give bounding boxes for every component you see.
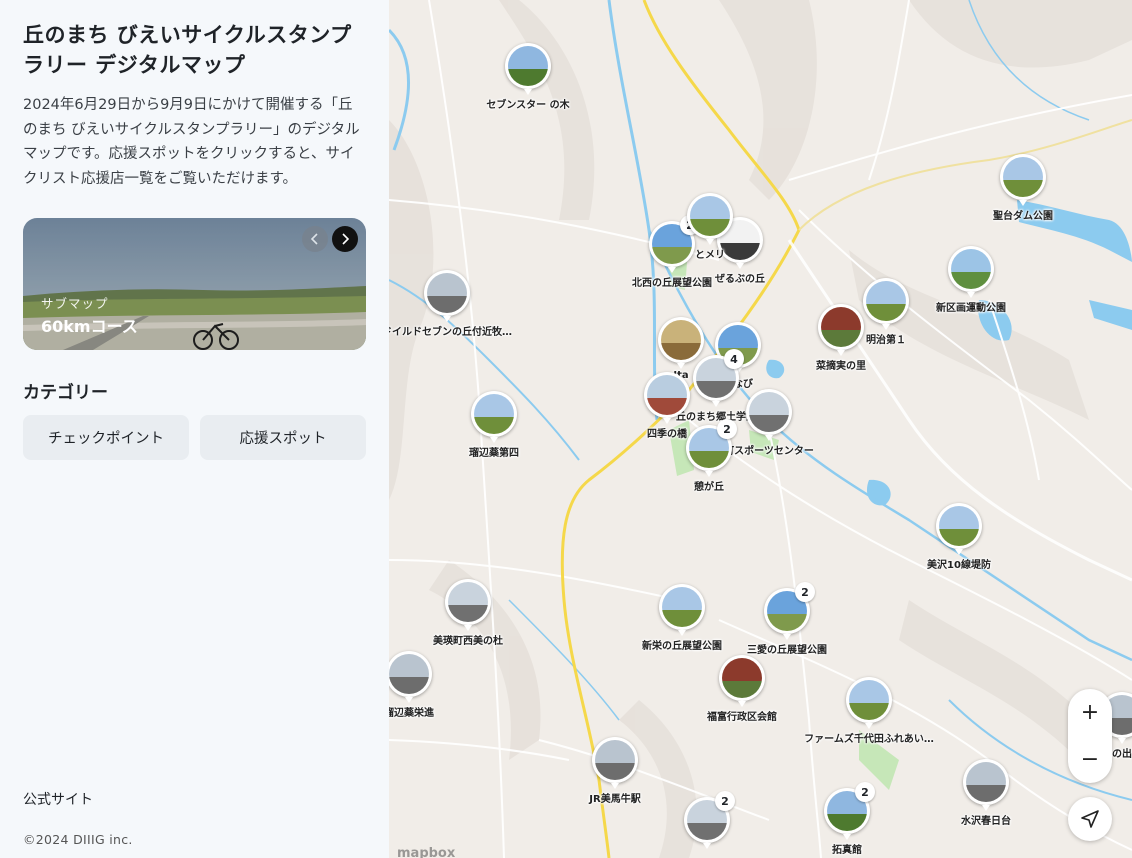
marker-photo[interactable] xyxy=(1000,154,1046,206)
marker-label[interactable]: 北西の丘展望公園 xyxy=(632,274,712,289)
marker-label[interactable]: 拓真館 xyxy=(832,841,862,856)
marker-label[interactable]: ドイルドセブンの丘付近牧… xyxy=(389,323,512,338)
marker-label[interactable]: 瑠辺蘂第四 xyxy=(469,444,519,459)
marker-label[interactable]: とメリ xyxy=(695,246,725,261)
submap-card[interactable]: サブマップ 60kmコース xyxy=(23,218,366,350)
marker-photo[interactable] xyxy=(658,317,704,369)
cluster-count-badge: 4 xyxy=(724,349,744,369)
marker-photo[interactable] xyxy=(471,391,517,443)
marker-photo[interactable] xyxy=(424,270,470,322)
zoom-in-button[interactable]: + xyxy=(1068,689,1112,736)
zoom-control: + − xyxy=(1068,689,1112,783)
marker-photo[interactable] xyxy=(936,503,982,555)
map-canvas[interactable]: セブンスター の木聖台ダム公園北西の丘展望公園 2 ぜるぶの丘 とメリドイルドセブンの… xyxy=(389,0,1132,858)
zoom-out-button[interactable]: − xyxy=(1068,736,1112,783)
geolocate-button[interactable] xyxy=(1068,797,1112,841)
category-buttons: チェックポイント 応援スポット xyxy=(23,415,366,460)
submap-name: 60kmコース xyxy=(41,317,138,336)
marker-photo[interactable] xyxy=(719,655,765,707)
marker-photo[interactable] xyxy=(644,372,690,424)
category-checkpoint-button[interactable]: チェックポイント xyxy=(23,415,189,460)
marker-label[interactable]: 明治第１ xyxy=(866,331,906,346)
marker-photo[interactable] xyxy=(389,651,432,703)
marker-photo[interactable] xyxy=(687,193,733,245)
marker-photo[interactable] xyxy=(592,737,638,789)
category-heading: カテゴリー xyxy=(23,383,108,403)
marker-label[interactable]: セブンスター の木 xyxy=(486,96,569,111)
marker-label[interactable]: ぜるぶの丘 xyxy=(715,270,765,285)
submap-sublabel: サブマップ xyxy=(41,296,109,311)
marker-label[interactable]: 聖台ダム公園 xyxy=(993,207,1053,222)
cluster-count-badge: 2 xyxy=(855,782,875,802)
marker-label[interactable]: ファームズ千代田ふれあい… xyxy=(804,730,934,745)
marker-label[interactable]: 四季の橋 xyxy=(647,425,687,440)
sidebar: 丘のまち びえいサイクルスタンプラリー デジタルマップ 2024年6月29日から… xyxy=(0,0,389,858)
marker-photo[interactable] xyxy=(948,246,994,298)
marker-label[interactable]: 三愛の丘展望公園 xyxy=(747,641,827,656)
marker-label[interactable]: 新区画運動公園 xyxy=(936,299,1006,314)
marker-photo[interactable] xyxy=(818,304,864,356)
marker-photo[interactable] xyxy=(846,677,892,729)
official-site-link[interactable]: 公式サイト xyxy=(23,789,93,809)
marker-label[interactable]: 菜摘実の里 xyxy=(816,357,866,372)
carousel-prev-button[interactable] xyxy=(302,226,328,252)
marker-photo[interactable] xyxy=(746,389,792,441)
category-support-spot-button[interactable]: 応援スポット xyxy=(200,415,366,460)
marker-label[interactable]: 美瑛町西美の杜 xyxy=(433,632,503,647)
chevron-right-icon xyxy=(342,233,350,245)
chevron-left-icon xyxy=(310,233,318,245)
marker-label[interactable]: 美沢10線堤防 xyxy=(927,556,991,571)
cluster-count-badge: 2 xyxy=(795,582,815,602)
marker-label[interactable]: 町スポーツセンター xyxy=(724,442,814,457)
page-title: 丘のまち びえいサイクルスタンプラリー デジタルマップ xyxy=(23,23,352,77)
navigation-arrow-icon xyxy=(1081,810,1099,828)
marker-photo[interactable] xyxy=(963,759,1009,811)
marker-label[interactable]: 憩が丘 xyxy=(694,478,724,493)
marker-label[interactable]: の出 xyxy=(1112,745,1132,760)
carousel-next-button[interactable] xyxy=(332,226,358,252)
marker-label[interactable]: 瑠辺蘂栄進 xyxy=(389,704,434,719)
marker-label[interactable]: 水沢春日台 xyxy=(961,812,1011,827)
marker-photo[interactable] xyxy=(505,43,551,95)
cluster-count-badge: 2 xyxy=(715,791,735,811)
marker-photo[interactable] xyxy=(445,579,491,631)
marker-label[interactable]: 福富行政区会館 xyxy=(707,708,777,723)
copyright: ©2024 DIIIG inc. xyxy=(23,832,133,847)
page-description: 2024年6月29日から9月9日にかけて開催する「丘のまち びえいサイクルスタン… xyxy=(23,97,360,187)
marker-label[interactable]: 新栄の丘展望公園 xyxy=(642,637,722,652)
mapbox-logo[interactable]: mapbox xyxy=(397,846,455,858)
marker-label[interactable]: 丘のまち郷土学館 xyxy=(676,408,756,423)
marker-photo[interactable] xyxy=(659,584,705,636)
marker-label[interactable]: JR美馬牛駅 xyxy=(589,790,640,805)
cluster-count-badge: 2 xyxy=(717,419,737,439)
marker-photo[interactable] xyxy=(863,278,909,330)
